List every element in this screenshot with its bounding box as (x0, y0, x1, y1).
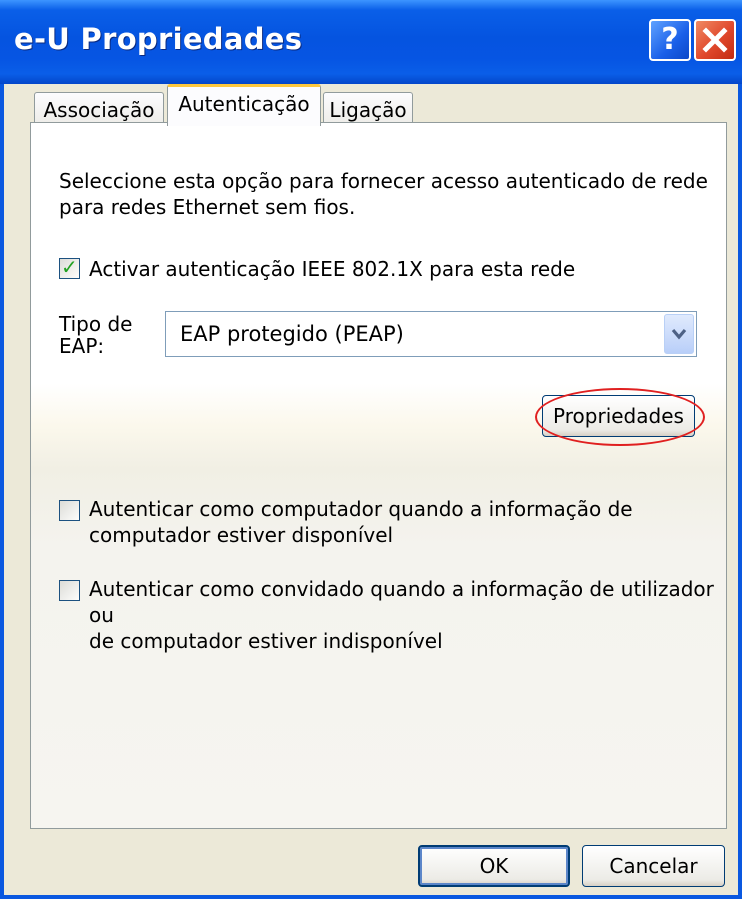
ok-button-label: OK (479, 854, 509, 878)
auth-computer-label[interactable]: Autenticar como computador quando a info… (89, 496, 633, 548)
close-button[interactable] (694, 19, 736, 61)
auth-guest-label-line2: de computador estiver indisponível (89, 629, 443, 653)
close-icon (702, 27, 728, 53)
eap-type-label-line1: Tipo de (59, 312, 133, 336)
red-highlight-ellipse (535, 388, 705, 446)
tab-strip: Associação Autenticação Ligação (34, 84, 734, 128)
help-button[interactable]: ? (649, 19, 691, 61)
auth-guest-checkbox[interactable] (59, 580, 80, 601)
tab-panel-autenticacao (30, 122, 727, 829)
eap-type-label-line2: EAP: (59, 334, 105, 358)
window-title: e-U Propriedades (14, 22, 303, 56)
checkmark-icon: ✓ (61, 255, 78, 279)
eap-type-select[interactable]: EAP protegido (PEAP) (165, 311, 697, 357)
ok-button[interactable]: OK (418, 845, 570, 887)
cancel-button[interactable]: Cancelar (582, 845, 725, 887)
dropdown-button[interactable] (664, 314, 694, 354)
chevron-down-icon (671, 328, 687, 340)
tab-autenticacao[interactable]: Autenticação (167, 84, 321, 126)
auth-guest-label[interactable]: Autenticar como convidado quando a infor… (89, 576, 742, 654)
auth-computer-checkbox[interactable] (59, 500, 80, 521)
enable-8021x-label[interactable]: Activar autenticação IEEE 802.1X para es… (89, 256, 575, 282)
eap-type-value: EAP protegido (PEAP) (180, 322, 404, 346)
auth-computer-label-line2: computador estiver disponível (89, 523, 394, 547)
help-icon: ? (661, 22, 679, 57)
tab-label: Associação (43, 98, 155, 122)
tab-label: Autenticação (178, 92, 310, 116)
tab-label: Ligação (329, 98, 407, 122)
auth-guest-label-line1: Autenticar como convidado quando a infor… (89, 577, 714, 627)
title-bar[interactable]: e-U Propriedades ? (0, 0, 742, 84)
eap-type-label: Tipo de EAP: (59, 313, 132, 357)
auth-computer-label-line1: Autenticar como computador quando a info… (89, 497, 633, 521)
description-text: Seleccione esta opção para fornecer aces… (59, 169, 708, 219)
cancel-button-label: Cancelar (609, 854, 698, 878)
enable-8021x-checkbox[interactable]: ✓ (59, 255, 80, 279)
